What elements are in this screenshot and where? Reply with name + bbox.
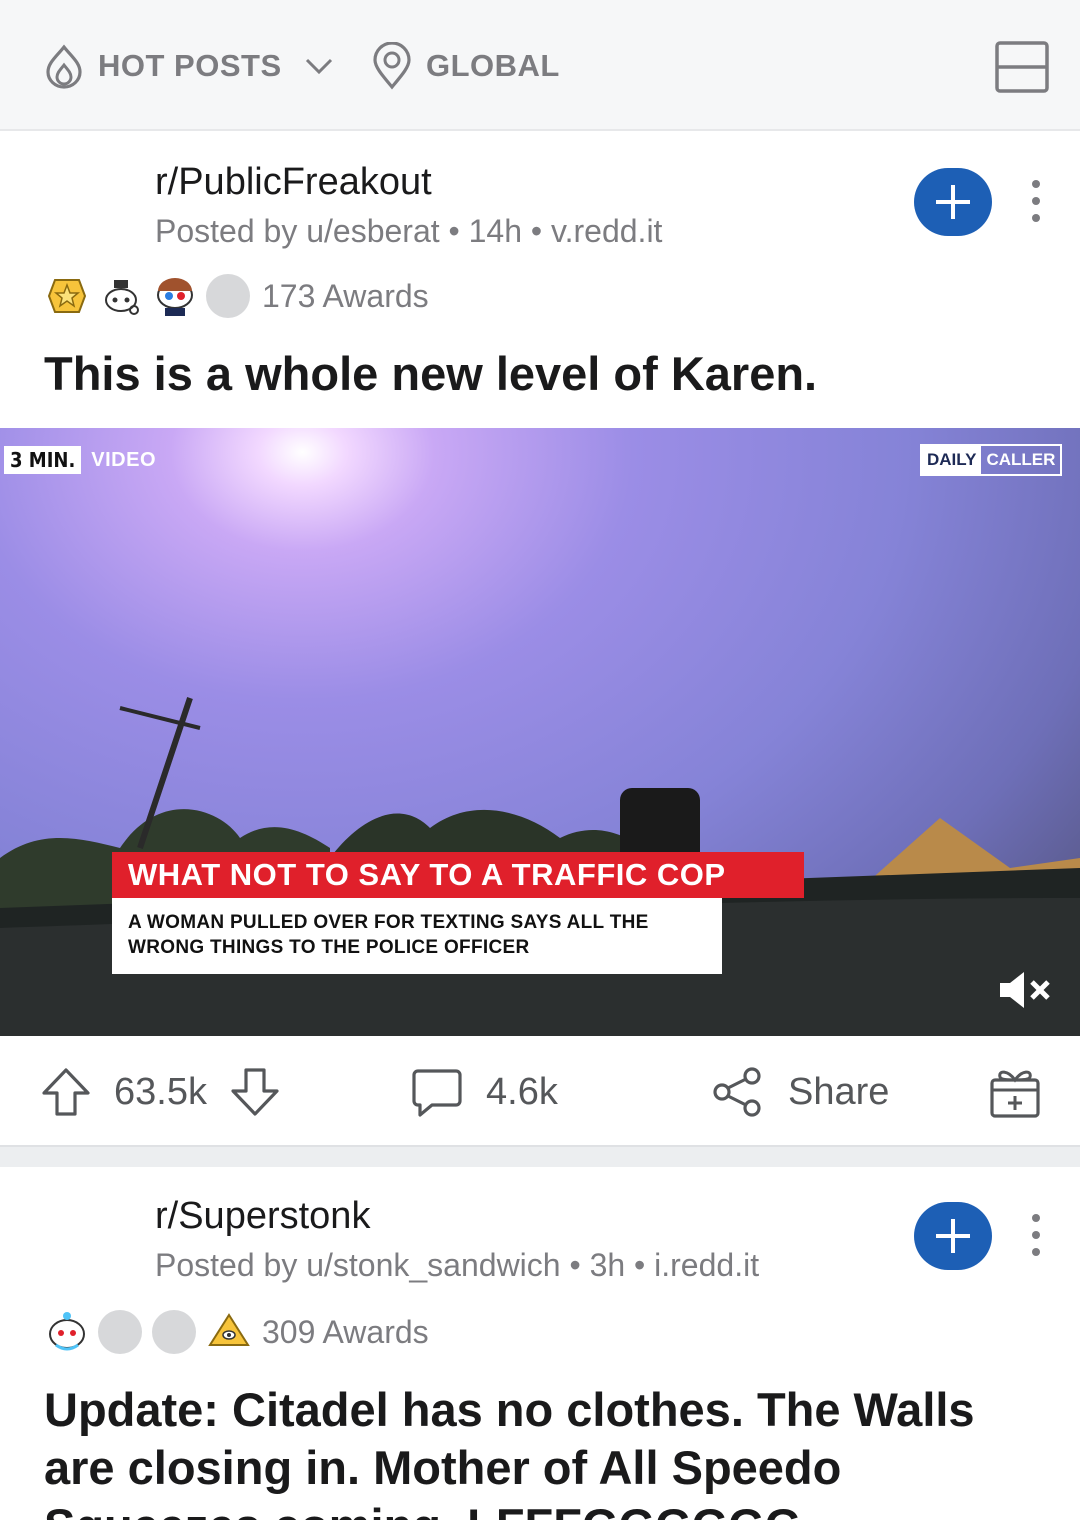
award-icon	[98, 1310, 142, 1354]
post-card[interactable]: r/Superstonk Posted by u/stonk_sandwich …	[0, 1167, 1080, 1520]
dot	[1032, 1231, 1040, 1239]
post-title[interactable]: Update: Citadel has no clothes. The Wall…	[44, 1381, 1034, 1520]
gift-icon	[990, 1070, 1040, 1118]
dot	[1032, 214, 1040, 222]
join-button[interactable]	[914, 1202, 992, 1270]
video-duration: 3 MIN.	[4, 446, 82, 474]
post-separator	[0, 1145, 1080, 1167]
downvote-icon[interactable]	[229, 1066, 281, 1118]
sort-dropdown[interactable]: HOT POSTS	[44, 42, 334, 90]
flame-icon	[46, 44, 82, 89]
video-duration-badge: 3 MIN. VIDEO	[4, 446, 156, 474]
award-button[interactable]	[988, 1064, 1042, 1120]
awards-row[interactable]: 173 Awards	[44, 271, 429, 321]
gold-award-icon	[44, 273, 90, 319]
post-domain[interactable]: i.redd.it	[654, 1247, 759, 1283]
awards-row[interactable]: 309 Awards	[44, 1307, 429, 1357]
plus-icon	[936, 185, 970, 219]
meta-separator: •	[634, 1247, 646, 1283]
muted-speaker-icon[interactable]	[996, 968, 1056, 1012]
post-age: 14h	[468, 213, 522, 249]
share-icon	[713, 1067, 761, 1117]
vote-group: 63.5k	[40, 1064, 281, 1120]
snoo-award-icon	[44, 1309, 90, 1355]
location-filter[interactable]: GLOBAL	[372, 42, 560, 90]
subreddit-avatar[interactable]	[44, 1197, 130, 1283]
post-meta: Posted by u/stonk_sandwich • 3h • i.redd…	[155, 1247, 759, 1284]
dot	[1032, 197, 1040, 205]
brand-part-1: DAILY	[922, 446, 982, 474]
subreddit-name[interactable]: r/Superstonk	[155, 1195, 370, 1238]
more-options-button[interactable]	[1016, 1205, 1056, 1265]
chevron-down-icon	[305, 58, 332, 75]
comments-button[interactable]: 4.6k	[410, 1064, 558, 1120]
post-author[interactable]: Posted by u/esberat	[155, 213, 440, 249]
share-button[interactable]: Share	[710, 1064, 889, 1120]
snoo-award-icon	[98, 273, 144, 319]
share-label: Share	[788, 1070, 890, 1113]
video-subheadline: A WOMAN PULLED OVER FOR TEXTING SAYS ALL…	[112, 898, 722, 974]
more-options-button[interactable]	[1016, 171, 1056, 231]
post-domain[interactable]: v.redd.it	[551, 213, 662, 249]
feed-header: HOT POSTS GLOBAL	[0, 0, 1080, 131]
post-author[interactable]: Posted by u/stonk_sandwich	[155, 1247, 561, 1283]
post-card[interactable]: r/PublicFreakout Posted by u/esberat • 1…	[0, 133, 1080, 1145]
subreddit-name[interactable]: r/PublicFreakout	[155, 161, 432, 204]
meta-separator: •	[448, 213, 460, 249]
awards-count: 309 Awards	[262, 1313, 429, 1350]
upvote-icon[interactable]	[40, 1066, 92, 1118]
post-meta: Posted by u/esberat • 14h • v.redd.it	[155, 213, 662, 250]
comment-count: 4.6k	[486, 1070, 558, 1113]
award-icon	[206, 274, 250, 318]
video-headline: WHAT NOT TO SAY TO A TRAFFIC COP	[112, 852, 804, 898]
meta-separator: •	[530, 213, 543, 249]
comment-icon	[412, 1069, 462, 1117]
video-player[interactable]: 3 MIN. VIDEO DAILY CALLER WHAT NOT TO SA…	[0, 428, 1080, 1036]
dot	[1032, 1214, 1040, 1222]
pyramid-award-icon	[206, 1309, 252, 1355]
awards-count: 173 Awards	[262, 277, 429, 314]
plus-icon	[936, 1219, 970, 1253]
post-action-bar: 63.5k 4.6k Share	[0, 1036, 1080, 1145]
vote-score: 63.5k	[114, 1070, 207, 1113]
brand-part-2: CALLER	[986, 450, 1056, 469]
dot	[1032, 1248, 1040, 1256]
join-button[interactable]	[914, 168, 992, 236]
post-title[interactable]: This is a whole new level of Karen.	[44, 345, 1034, 403]
card-layout-icon[interactable]	[994, 40, 1050, 94]
post-age: 3h	[589, 1247, 626, 1283]
location-pin-icon	[373, 42, 411, 90]
award-icon	[152, 1310, 196, 1354]
sort-label: HOT POSTS	[98, 48, 282, 83]
publisher-logo: DAILY CALLER	[920, 444, 1063, 476]
dot	[1032, 180, 1040, 188]
location-label: GLOBAL	[426, 48, 560, 83]
video-type-label: VIDEO	[91, 448, 157, 471]
meta-separator: •	[569, 1247, 581, 1283]
snoo-helmet-award-icon	[152, 273, 198, 319]
subreddit-avatar[interactable]	[44, 163, 130, 249]
